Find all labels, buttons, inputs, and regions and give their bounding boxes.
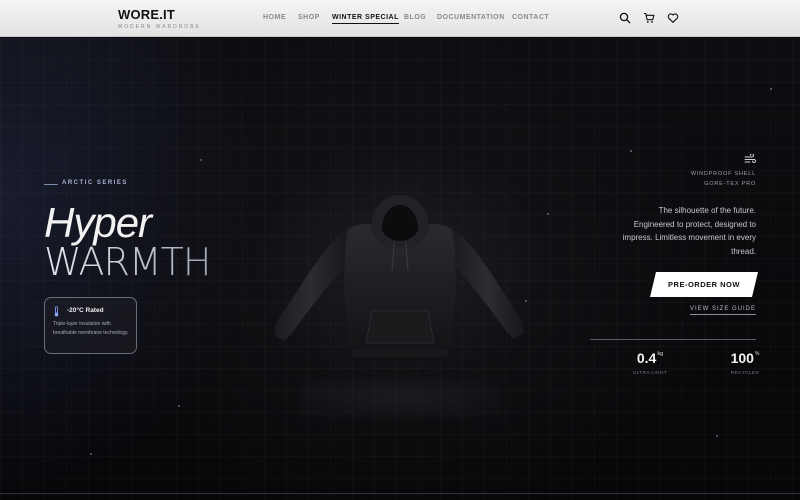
series-rule — [44, 184, 58, 185]
pre-order-button[interactable]: PRE-ORDER NOW — [650, 272, 758, 297]
particle — [630, 150, 632, 152]
hero-title-line2: WARMTH — [44, 240, 211, 284]
spec-goretex: GORE-TEX PRO — [704, 181, 756, 187]
bottom-divider — [0, 493, 800, 494]
stat-recycled: 100% RECYCLED — [720, 350, 770, 375]
wind-icon — [744, 154, 756, 164]
main-nav: HOME SHOP WINTER SPECIAL BLOG DOCUMENTAT… — [0, 14, 800, 26]
nav-home[interactable]: HOME — [263, 14, 286, 21]
feature-title: -20°C Rated — [67, 307, 104, 314]
stats-divider — [590, 339, 756, 340]
particle — [716, 435, 718, 437]
stat-recycled-unit: % — [754, 351, 760, 357]
nav-contact[interactable]: CONTACT — [512, 14, 549, 21]
stat-weight-value: 0.4 — [636, 350, 657, 366]
nav-blog[interactable]: BLOG — [404, 14, 426, 21]
series-label: ARCTIC SERIES — [62, 180, 128, 186]
hero-description: The silhouette of the future. Engineered… — [622, 206, 756, 256]
heart-icon[interactable] — [667, 12, 679, 24]
particle — [770, 88, 772, 90]
particle — [178, 405, 180, 407]
cart-icon[interactable] — [643, 12, 655, 24]
hoodie-image — [270, 193, 530, 363]
stat-weight-unit: kg — [657, 351, 664, 357]
feature-description: Triple-layer insulation with breathable … — [53, 321, 129, 336]
particle — [547, 213, 549, 215]
floor-glow — [300, 378, 500, 418]
site-header: WORE.IT MODERN WARDROBE HOME SHOP WINTER… — [0, 0, 800, 37]
stat-weight-label: ULTRA LIGHT — [632, 370, 668, 375]
size-guide-link[interactable]: VIEW SIZE GUIDE — [689, 306, 756, 315]
nav-winter-special[interactable]: WINTER SPECIAL — [332, 14, 399, 24]
particle — [90, 453, 92, 455]
stat-recycled-value: 100 — [730, 350, 754, 366]
search-icon[interactable] — [619, 12, 631, 24]
stat-recycled-label: RECYCLED — [730, 370, 760, 375]
particle — [200, 159, 202, 161]
nav-documentation[interactable]: DOCUMENTATION — [437, 14, 505, 21]
spec-windproof: WINDPROOF SHELL — [690, 171, 756, 177]
feature-card: -20°C Rated Triple-layer insulation with… — [44, 297, 137, 354]
nav-shop[interactable]: SHOP — [298, 14, 320, 21]
hero-section: ARCTIC SERIES Hyper WARMTH -20°C Rated T… — [0, 38, 800, 500]
thermometer-icon — [53, 306, 60, 317]
stat-weight: 0.4kg ULTRA LIGHT — [628, 350, 672, 375]
